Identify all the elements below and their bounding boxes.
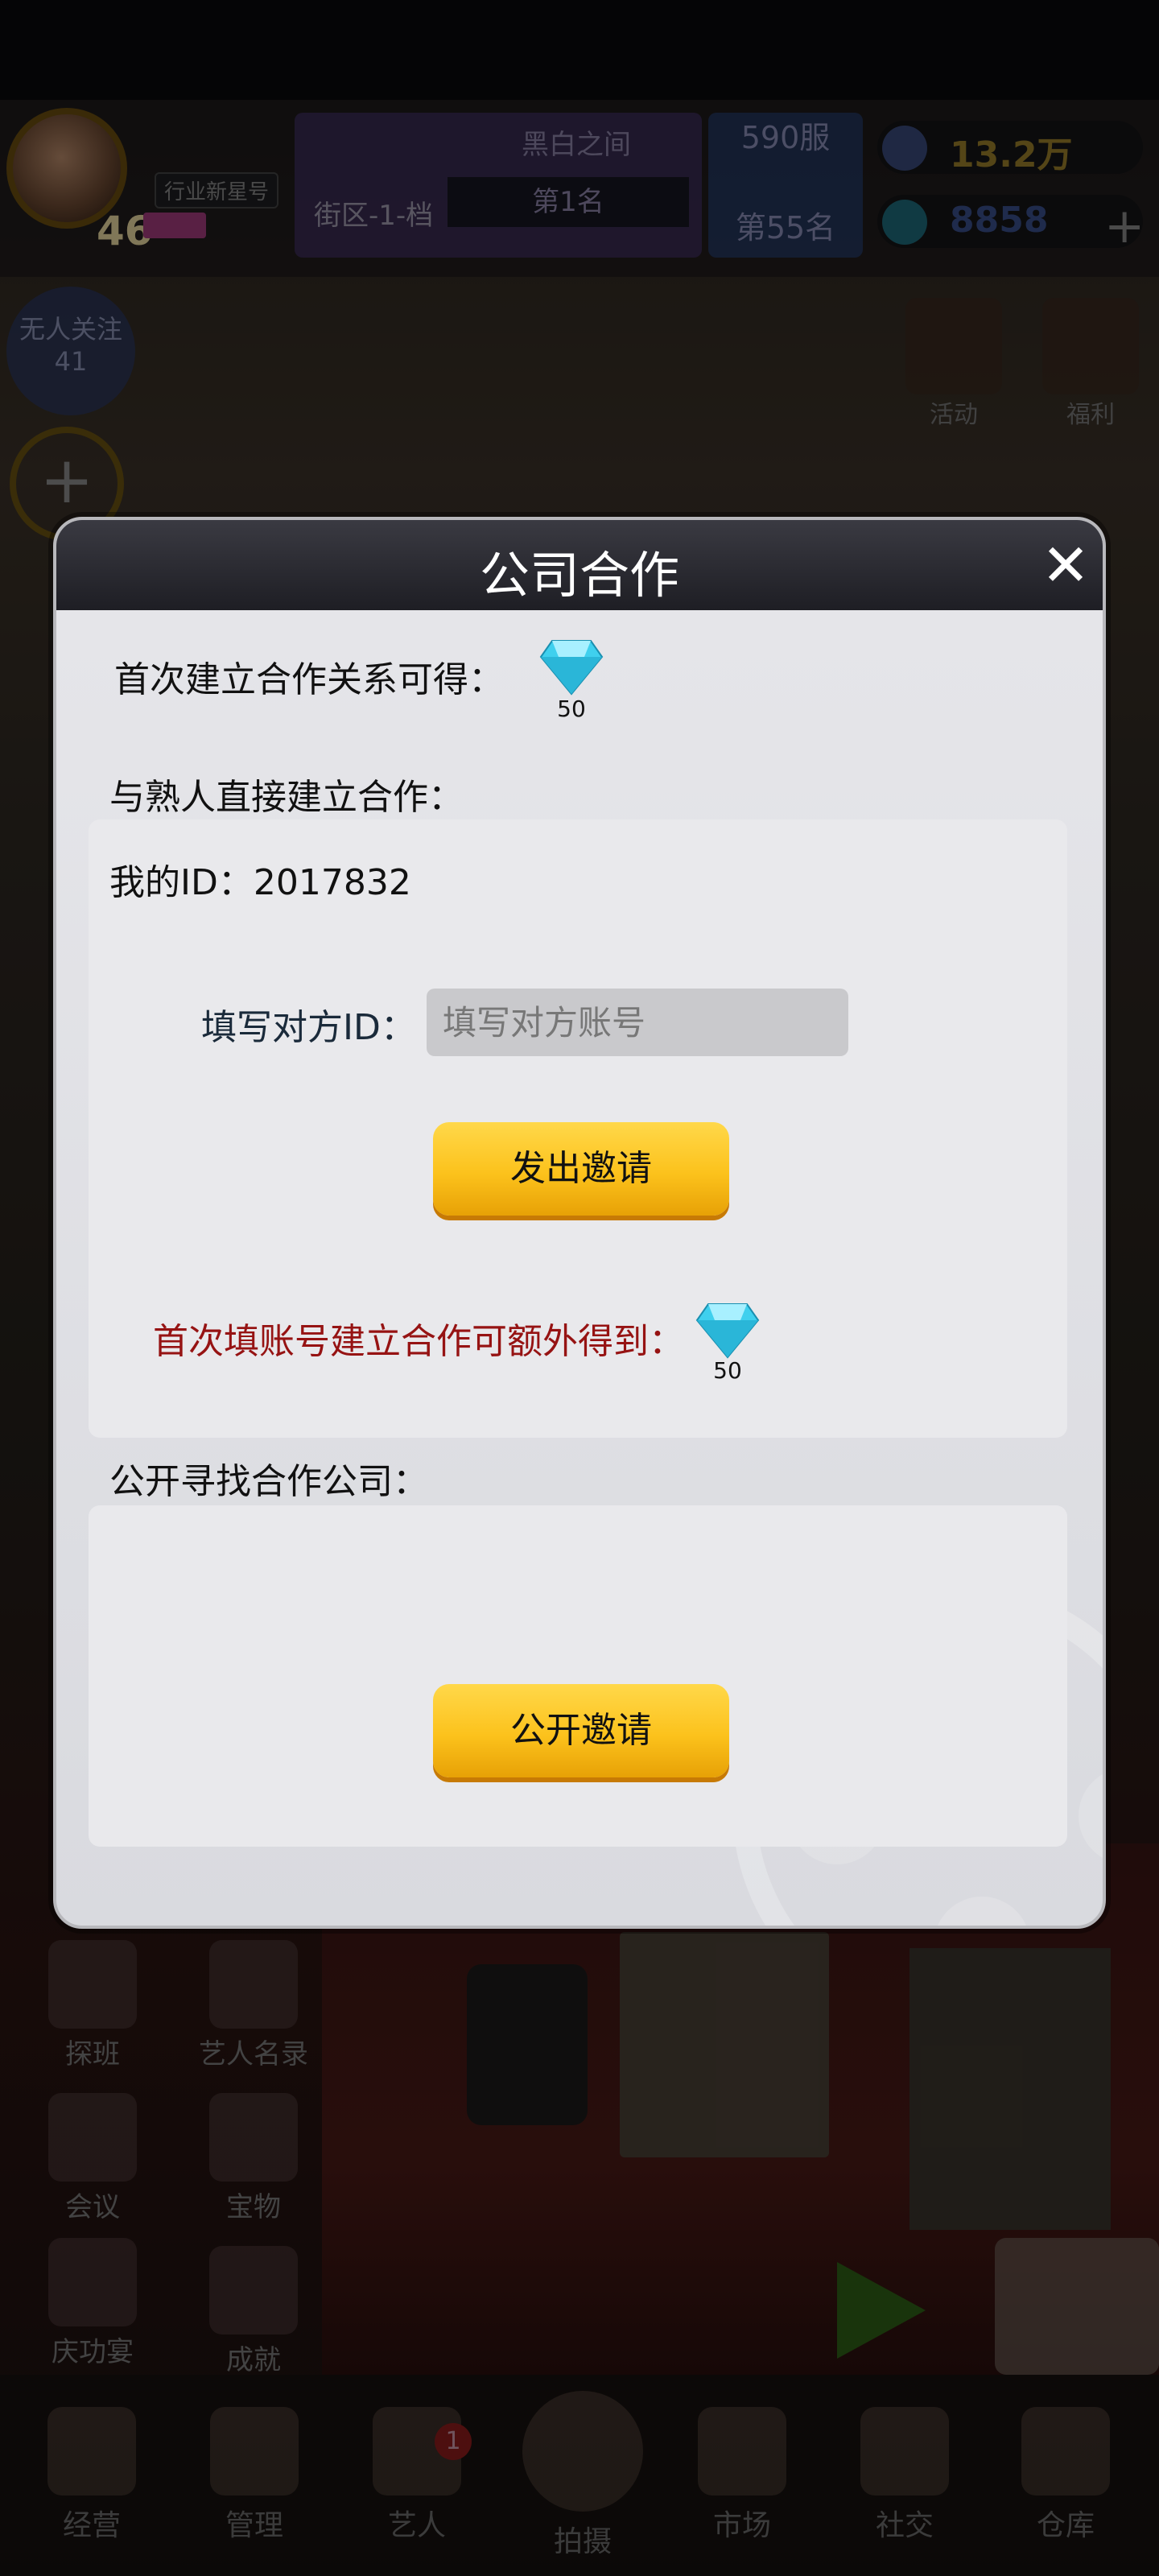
close-icon[interactable]: ✕ <box>1037 536 1095 594</box>
extra-reward-count: 50 <box>713 1357 742 1384</box>
company-cooperation-dialog: 公司合作 ✕ 首次建立合作关系可得： 50 与熟人直接建立合作： 我的ID：20… <box>53 517 1106 1929</box>
extra-reward-label: 首次填账号建立合作可额外得到： <box>153 1321 684 1362</box>
public-invite-button[interactable]: 公开邀请 <box>433 1684 729 1777</box>
partner-id-input[interactable] <box>427 989 848 1056</box>
public-cooperation-panel <box>89 1505 1067 1847</box>
direct-section-label: 与熟人直接建立合作： <box>109 777 464 818</box>
my-id-label: 我的ID：2017832 <box>109 862 411 903</box>
reel-hole <box>1079 1768 1103 1864</box>
dialog-title: 公司合作 <box>479 546 679 605</box>
reel-hole <box>934 1897 1030 1926</box>
partner-id-label: 填写对方ID： <box>201 1007 416 1048</box>
diamond-icon <box>539 640 604 696</box>
first-reward-label: 首次建立合作关系可得： <box>114 659 504 700</box>
first-reward-count: 50 <box>557 696 586 722</box>
diamond-icon <box>695 1303 760 1359</box>
public-section-label: 公开寻找合作公司： <box>109 1461 428 1502</box>
send-invite-button[interactable]: 发出邀请 <box>433 1122 729 1216</box>
dialog-header: 公司合作 ✕ <box>56 520 1103 610</box>
